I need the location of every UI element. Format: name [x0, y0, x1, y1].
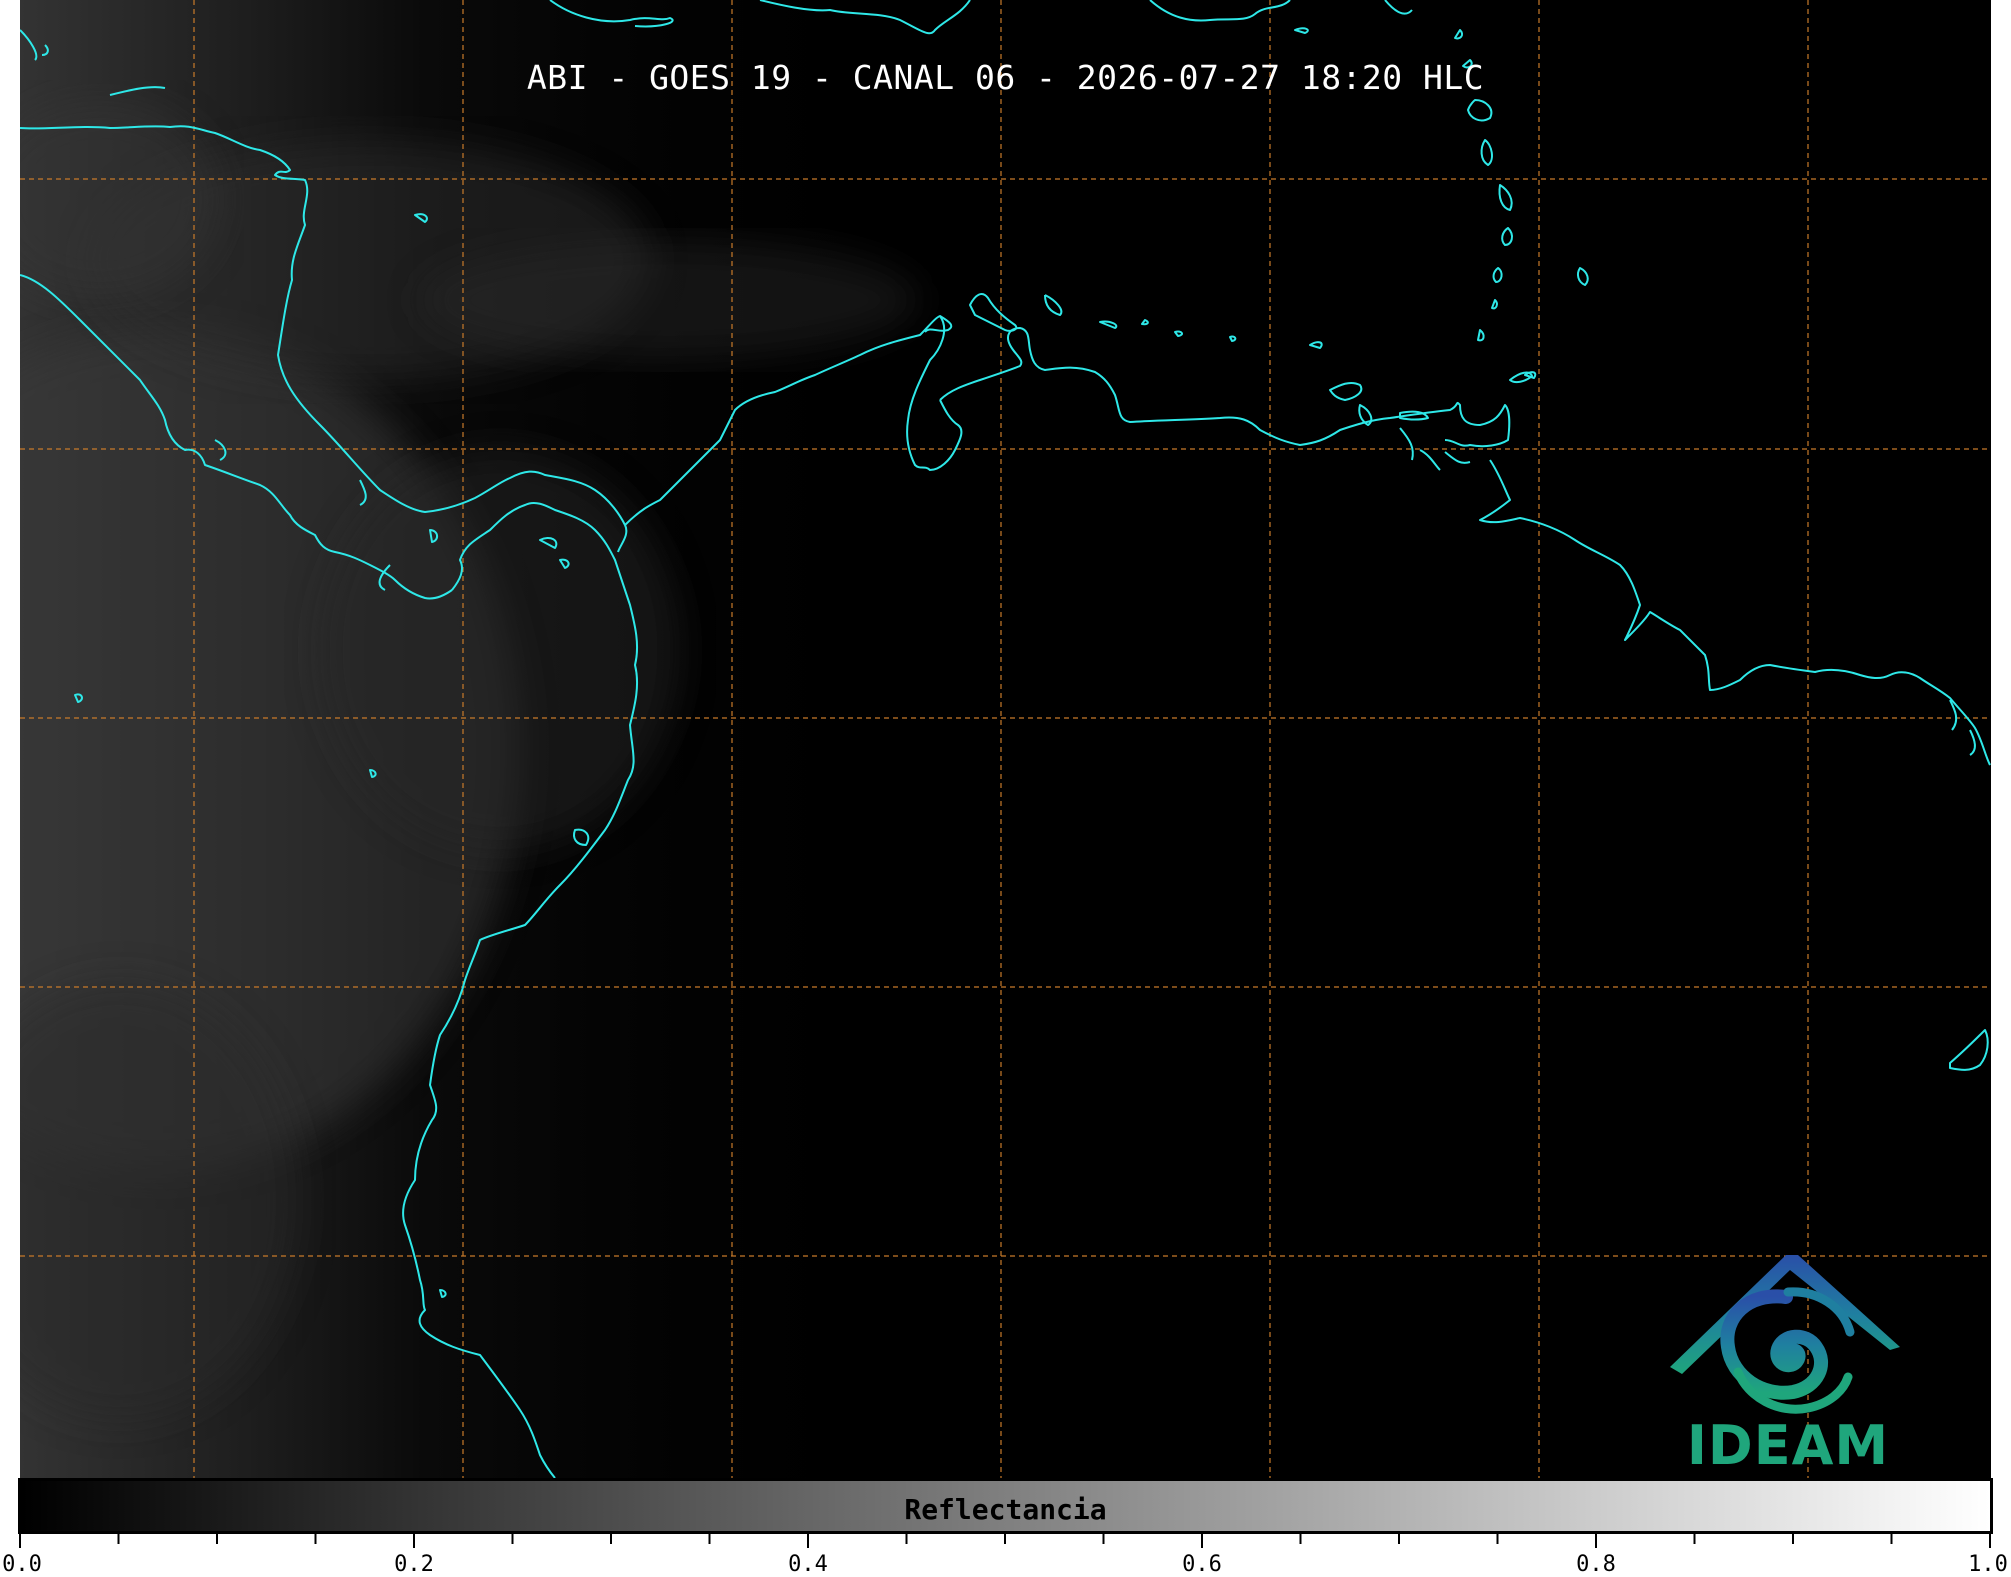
ideam-logo-text: IDEAM: [1686, 1414, 1890, 1477]
ideam-swirl-icon: [1670, 1255, 1900, 1414]
colorbar-tick-label: 0.0: [2, 1552, 42, 1577]
colorbar: Reflectancia: [18, 1478, 1993, 1534]
satellite-image-panel: ABI - GOES 19 - CANAL 06 - 2026-07-27 18…: [20, 0, 1991, 1478]
colorbar-tick-label: 0.8: [1576, 1552, 1616, 1577]
map-title: ABI - GOES 19 - CANAL 06 - 2026-07-27 18…: [526, 58, 1485, 97]
colorbar-label: Reflectancia: [904, 1493, 1107, 1526]
colorbar-tick-label: 0.4: [788, 1552, 828, 1577]
ideam-logo: IDEAM: [1668, 1252, 1928, 1478]
colorbar-tick-label: 0.2: [394, 1552, 434, 1577]
colorbar-tick-label: 1.0: [1968, 1552, 2008, 1577]
colorbar-ticks: [19, 1534, 1991, 1548]
colorbar-tick-label: 0.6: [1182, 1552, 1222, 1577]
